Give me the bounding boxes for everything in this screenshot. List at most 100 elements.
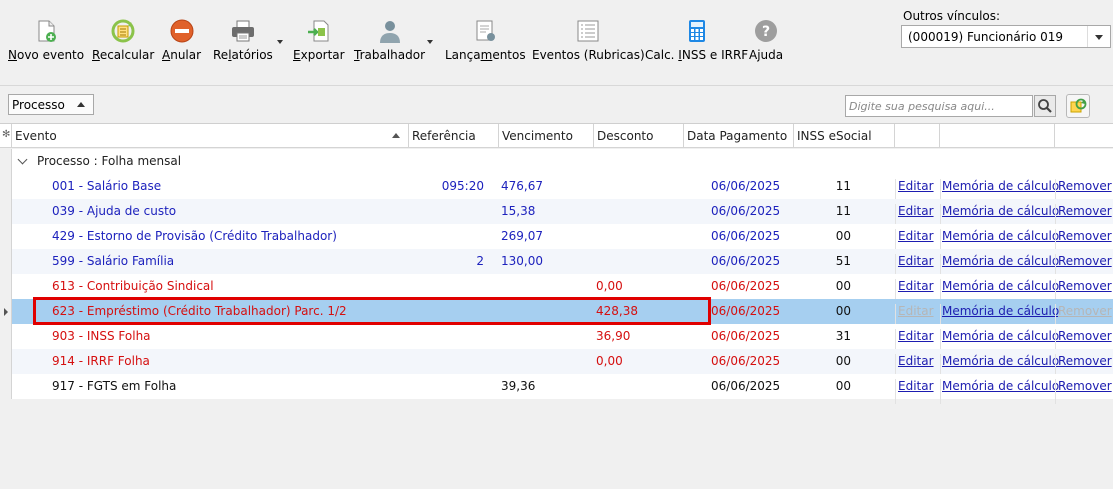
remove-link[interactable]: Remover [1058,229,1112,243]
cell-referencia: 095:20 [441,179,484,193]
column-header-desconto[interactable]: Desconto [594,124,684,148]
cell-desconto: 0,00 [596,354,623,368]
printer-icon [230,18,256,44]
events-rubricas-button[interactable]: Eventos (Rubricas) [532,18,645,68]
table-row[interactable]: 917 - FGTS em Folha 39,36 06/06/2025 00 Edit… [12,374,1113,404]
edit-link[interactable]: Editar [898,229,934,243]
worker-label: Trabalhador [354,48,426,62]
column-header-vencimento[interactable]: Vencimento [499,124,594,148]
cell-evento: 917 - FGTS em Folha [52,379,177,393]
worker-button[interactable]: Trabalhador [354,18,425,68]
outros-vinculos-value: (000019) Funcionário 019 [908,29,1064,44]
column-header-referencia[interactable]: Referência [409,124,499,148]
group-row-folha-mensal[interactable]: Processo : Folha mensal [12,149,1113,174]
cell-desconto: 0,00 [596,279,623,293]
worker-dropdown-arrow[interactable] [427,40,433,44]
table-row[interactable]: 903 - INSS Folha 36,90 06/06/2025 31 Editar M… [12,324,1113,354]
remove-link[interactable]: Remover [1058,204,1112,218]
cell-desconto: 428,38 [596,304,638,318]
group-label: Processo : Folha mensal [37,154,182,168]
outros-vinculos-select[interactable]: (000019) Funcionário 019 [901,25,1111,48]
table-row[interactable]: 429 - Estorno de Provisão (Crédito Traba… [12,224,1113,254]
edit-link[interactable]: Editar [898,379,934,393]
search-button[interactable] [1034,95,1056,117]
calculation-memory-link[interactable]: Memória de cálculo [942,279,1059,293]
cell-data-pagamento: 06/06/2025 [711,329,781,343]
events-rubricas-label: Eventos (Rubricas) [532,48,645,62]
outros-vinculos-label: Outros vínculos: [903,9,1001,23]
calc-inss-irrf-label: Calc. INSS e IRRF [645,48,749,62]
column-header-remove [1055,124,1113,148]
calculation-memory-link[interactable]: Memória de cálculo [942,329,1059,343]
cancel-button[interactable]: Anular [162,18,201,68]
calculation-memory-link[interactable]: Memória de cálculo [942,204,1059,218]
help-label: Ajuda [749,48,784,62]
cell-vencimento: 476,67 [501,179,543,193]
remove-link[interactable]: Remover [1058,179,1112,193]
toolbar: Novo evento Recalcular Anular Relatórios… [0,0,1113,86]
calculation-memory-link[interactable]: Memória de cálculo [942,304,1059,318]
list-icon [575,18,601,44]
group-by-button[interactable]: Processo [8,94,94,115]
table-row[interactable]: 914 - IRRF Folha 0,00 06/06/2025 00 Editar Me… [12,349,1113,379]
recalculate-label: Recalcular [92,48,155,62]
remove-link[interactable]: Remover [1058,329,1112,343]
help-button[interactable]: ? Ajuda [749,18,783,68]
current-row-pointer-icon [4,308,8,316]
cell-inss-esocial: 31 [835,329,851,343]
edit-link[interactable]: Editar [898,354,934,368]
refresh-button[interactable] [1066,94,1090,118]
column-header-memoria [940,124,1055,148]
calc-inss-irrf-button[interactable]: Calc. INSS e IRRF [645,18,748,68]
calculation-memory-link[interactable]: Memória de cálculo [942,179,1059,193]
worker-icon [377,18,403,44]
cell-evento: 903 - INSS Folha [52,329,151,343]
cell-evento: 914 - IRRF Folha [52,354,150,368]
cell-data-pagamento: 06/06/2025 [711,254,781,268]
remove-link[interactable]: Remover [1058,254,1112,268]
remove-link[interactable]: Remover [1058,304,1112,318]
edit-link[interactable]: Editar [898,304,934,318]
table-row-selected[interactable]: 623 - Empréstimo (Crédito Trabalhador) P… [12,299,1113,329]
reports-dropdown-arrow[interactable] [277,40,283,44]
reports-button[interactable]: Relatórios [213,18,273,68]
sort-ascending-icon [392,133,400,138]
calculation-memory-link[interactable]: Memória de cálculo [942,254,1059,268]
table-row[interactable]: 001 - Salário Base 095:20 476,67 06/06/2025… [12,174,1113,204]
search-input[interactable] [845,95,1033,117]
entries-button[interactable]: Lançamentos [445,18,526,68]
row-indicator-column [0,149,12,399]
edit-link[interactable]: Editar [898,204,934,218]
edit-link[interactable]: Editar [898,329,934,343]
edit-link[interactable]: Editar [898,254,934,268]
cell-data-pagamento: 06/06/2025 [711,354,781,368]
table-row[interactable]: 599 - Salário Família 2 130,00 06/06/2025 51… [12,249,1113,279]
cancel-label: Anular [162,48,202,62]
export-button[interactable]: Exportar [293,18,345,68]
remove-link[interactable]: Remover [1058,279,1112,293]
cell-evento: 429 - Estorno de Provisão (Crédito Traba… [52,229,337,243]
column-header-data-pagamento[interactable]: Data Pagamento [684,124,794,148]
cell-inss-esocial: 00 [835,279,851,293]
cell-inss-esocial: 51 [835,254,851,268]
edit-link[interactable]: Editar [898,279,934,293]
group-by-label: Processo [12,97,65,112]
header-corner: ✻ [0,124,12,148]
table-row[interactable]: 039 - Ajuda de custo 15,38 06/06/2025 11 Edi… [12,199,1113,229]
cell-inss-esocial: 00 [835,229,851,243]
cell-inss-esocial: 00 [835,304,851,318]
recalculate-button[interactable]: Recalcular [92,18,154,68]
calculation-memory-link[interactable]: Memória de cálculo [942,379,1059,393]
search-icon [1038,99,1052,113]
column-header-inss-esocial[interactable]: INSS eSocial [794,124,895,148]
cell-data-pagamento: 06/06/2025 [711,179,781,193]
calculation-memory-link[interactable]: Memória de cálculo [942,229,1059,243]
table-row[interactable]: 613 - Contribuição Sindical 0,00 06/06/202… [12,274,1113,304]
remove-link[interactable]: Remover [1058,354,1112,368]
new-event-button[interactable]: Novo evento [8,18,84,68]
calculation-memory-link[interactable]: Memória de cálculo [942,354,1059,368]
remove-link[interactable]: Remover [1058,379,1112,393]
column-header-evento[interactable]: Evento [12,124,409,148]
entries-icon [472,18,498,44]
edit-link[interactable]: Editar [898,179,934,193]
